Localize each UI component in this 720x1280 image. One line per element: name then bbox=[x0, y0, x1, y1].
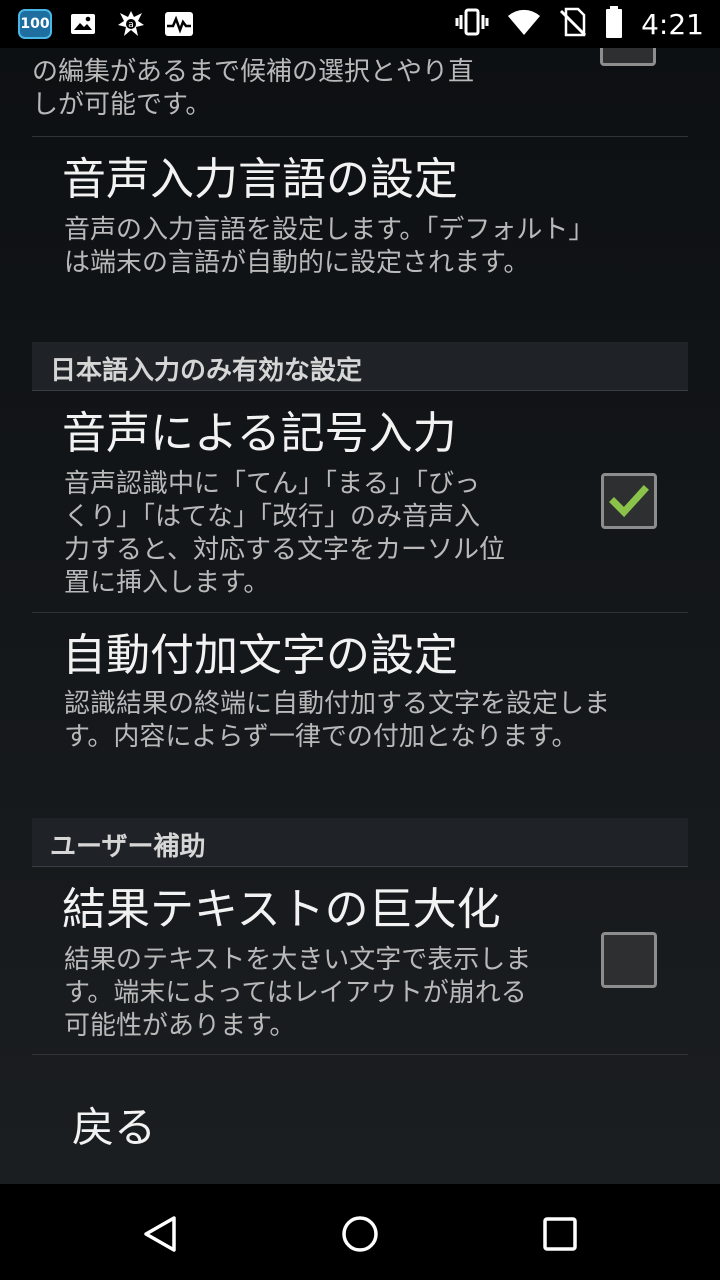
category-label: 日本語入力のみ有効な設定 bbox=[50, 356, 363, 386]
category-label: ユーザー補助 bbox=[50, 832, 206, 862]
category-header-japanese: 日本語入力のみ有効な設定 bbox=[32, 342, 688, 391]
navigation-bar bbox=[0, 1184, 720, 1280]
pref-summary: の編集があるまで候補の選択とやり直 しが可能です。 bbox=[32, 57, 475, 120]
image-icon bbox=[66, 7, 100, 41]
battery-icon bbox=[605, 6, 623, 42]
settings-list[interactable]: の編集があるまで候補の選択とやり直 しが可能です。 音声入力言語の設定 音声の入… bbox=[0, 48, 720, 1184]
pref-large-text[interactable]: 結果テキストの巨大化 結果のテキストを大きい文字で表示しま す。端末によってはレ… bbox=[32, 882, 688, 1043]
divider bbox=[32, 612, 688, 613]
checkmark-icon bbox=[609, 485, 649, 518]
voice-symbol-checkbox[interactable] bbox=[601, 473, 657, 529]
divider bbox=[32, 136, 688, 137]
battery-saver-badge-icon: 100 bbox=[18, 9, 52, 39]
pref-summary: 音声認識中に「てん」「まる」「びっ くり」「はてな」「改行」のみ音声入 力すると… bbox=[64, 469, 505, 598]
status-bar: 100 a 4:21 bbox=[0, 0, 720, 48]
pref-title: 結果テキストの巨大化 bbox=[62, 884, 501, 935]
recents-icon[interactable] bbox=[528, 1202, 592, 1266]
category-header-accessibility: ユーザー補助 bbox=[32, 818, 688, 867]
pref-auto-append[interactable]: 自動付加文字の設定 認識結果の終端に自動付加する文字を設定しま す。内容によらず… bbox=[32, 628, 688, 754]
svg-text:a: a bbox=[128, 20, 134, 30]
pref-summary: 認識結果の終端に自動付加する文字を設定しま す。内容によらず一律での付加となりま… bbox=[64, 689, 611, 752]
avast-icon: a bbox=[114, 7, 148, 41]
activity-icon bbox=[162, 7, 196, 41]
pref-item-partial[interactable]: の編集があるまで候補の選択とやり直 しが可能です。 bbox=[32, 56, 688, 122]
back-item[interactable]: 戻る bbox=[72, 1094, 156, 1155]
wifi-icon bbox=[507, 8, 541, 40]
badge-text: 100 bbox=[20, 16, 50, 32]
partial-item-checkbox[interactable] bbox=[600, 48, 656, 66]
no-sim-icon bbox=[559, 7, 587, 41]
pref-summary: 結果のテキストを大きい文字で表示しま す。端末によってはレイアウトが崩れる 可能… bbox=[64, 945, 532, 1041]
pref-title: 自動付加文字の設定 bbox=[62, 630, 458, 681]
pref-title: 音声入力言語の設定 bbox=[62, 154, 458, 205]
vibrate-icon bbox=[455, 7, 489, 41]
pref-title: 音声による記号入力 bbox=[62, 408, 457, 459]
home-icon[interactable] bbox=[328, 1202, 392, 1266]
divider bbox=[32, 1054, 688, 1055]
clock: 4:21 bbox=[641, 7, 704, 41]
large-text-checkbox[interactable] bbox=[601, 932, 657, 988]
pref-summary: 音声の入力言語を設定します。「デフォルト」 は端末の言語が自動的に設定されます。 bbox=[64, 215, 595, 278]
pref-voice-language[interactable]: 音声入力言語の設定 音声の入力言語を設定します。「デフォルト」 は端末の言語が自… bbox=[32, 152, 688, 280]
back-icon[interactable] bbox=[128, 1202, 192, 1266]
pref-voice-symbol[interactable]: 音声による記号入力 音声認識中に「てん」「まる」「びっ くり」「はてな」「改行」… bbox=[32, 406, 688, 600]
